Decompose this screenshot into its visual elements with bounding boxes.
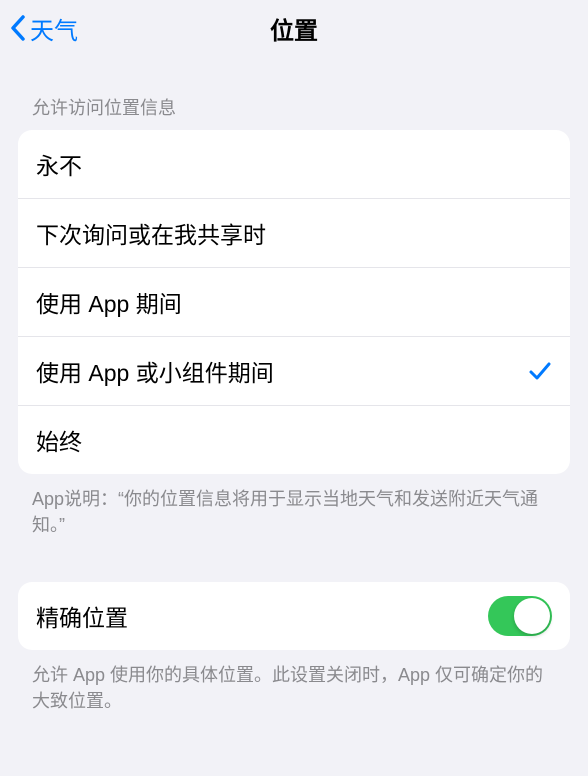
option-always[interactable]: 始终	[18, 405, 570, 474]
back-label: 天气	[30, 11, 78, 46]
section-footer-app-explanation: App说明：“你的位置信息将用于显示当地天气和发送附近天气通知。”	[0, 474, 588, 538]
precise-location-group: 精确位置	[18, 582, 570, 650]
chevron-left-icon	[10, 15, 26, 41]
spacer	[0, 538, 588, 582]
option-label: 使用 App 期间	[36, 285, 182, 319]
option-while-using[interactable]: 使用 App 期间	[18, 267, 570, 336]
option-while-using-or-widgets[interactable]: 使用 App 或小组件期间	[18, 336, 570, 405]
back-button[interactable]: 天气	[10, 11, 78, 46]
section-header-location-access: 允许访问位置信息	[0, 56, 588, 130]
option-label: 永不	[36, 147, 82, 181]
option-ask-next-time[interactable]: 下次询问或在我共享时	[18, 198, 570, 267]
option-label: 下次询问或在我共享时	[36, 216, 266, 250]
navigation-header: 天气 位置	[0, 0, 588, 56]
checkmark-icon	[528, 359, 552, 383]
precise-location-toggle[interactable]	[488, 596, 552, 636]
option-label: 始终	[36, 423, 82, 457]
location-access-options: 永不 下次询问或在我共享时 使用 App 期间 使用 App 或小组件期间 始终	[18, 130, 570, 474]
toggle-knob	[514, 598, 550, 634]
page-title: 位置	[270, 11, 318, 46]
option-never[interactable]: 永不	[18, 130, 570, 198]
option-label: 使用 App 或小组件期间	[36, 354, 274, 388]
precise-location-row: 精确位置	[18, 582, 570, 650]
section-footer-precise-location: 允许 App 使用你的具体位置。此设置关闭时，App 仅可确定你的大致位置。	[0, 650, 588, 714]
precise-location-label: 精确位置	[36, 599, 128, 633]
